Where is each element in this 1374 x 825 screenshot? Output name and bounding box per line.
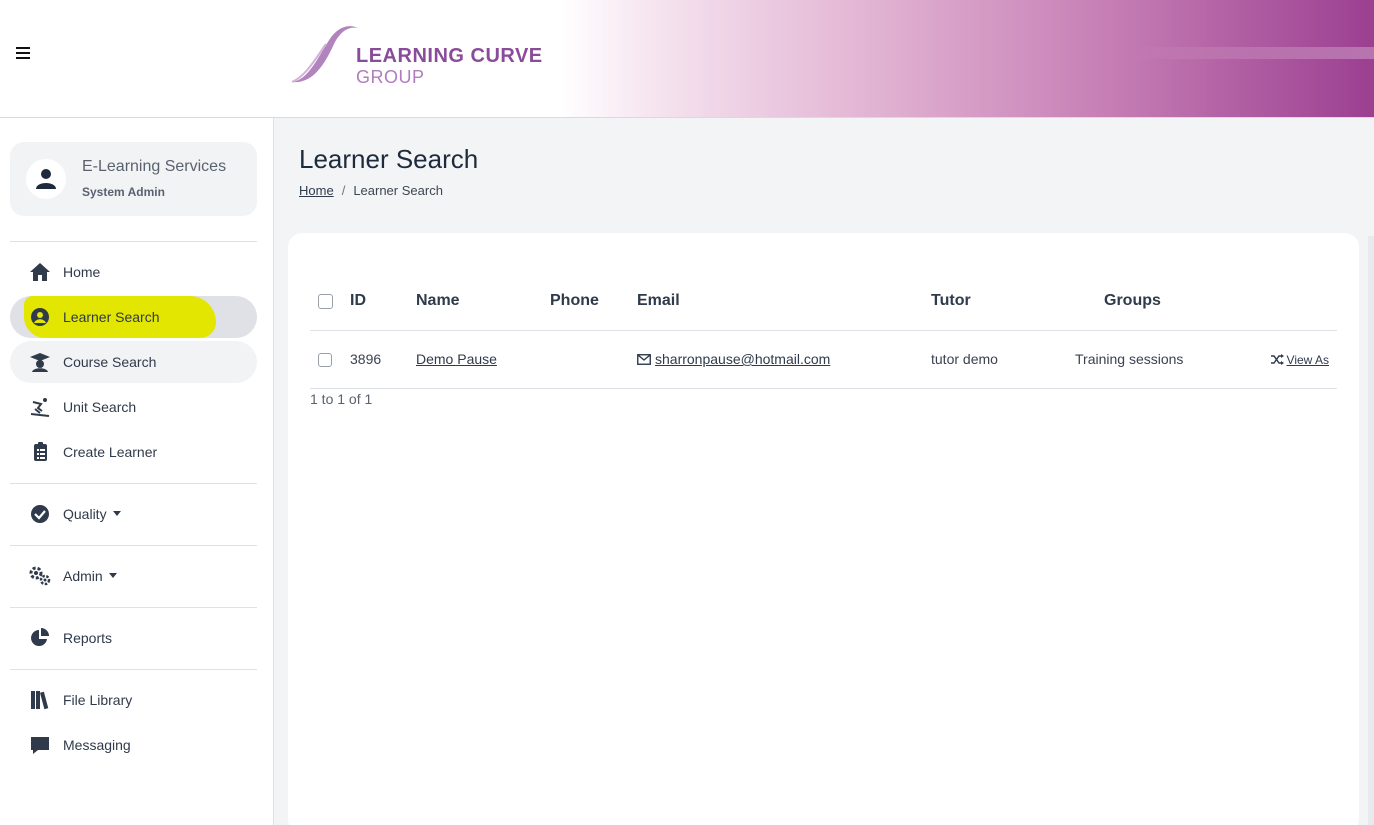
sidebar-item-home[interactable]: Home bbox=[10, 251, 257, 293]
column-header-groups[interactable]: Groups bbox=[1075, 273, 1253, 331]
view-as-link[interactable]: View As bbox=[1287, 353, 1329, 367]
sidebar-divider bbox=[10, 241, 257, 242]
breadcrumb-home-link[interactable]: Home bbox=[299, 183, 334, 198]
row-select-cell bbox=[310, 330, 350, 389]
chevron-down-icon bbox=[108, 572, 117, 578]
learner-name-link[interactable]: Demo Pause bbox=[416, 351, 497, 367]
select-all-checkbox[interactable] bbox=[318, 293, 333, 309]
sidebar-item-label: Reports bbox=[63, 630, 113, 646]
check-circle-icon bbox=[31, 505, 49, 523]
sidebar-item-reports[interactable]: Reports bbox=[10, 617, 257, 659]
sidebar-item-label: Quality bbox=[63, 506, 121, 522]
cogs-icon bbox=[29, 566, 51, 586]
table-row: 3896 Demo Pause sharronpause@hotmail.com… bbox=[310, 330, 1337, 389]
books-icon bbox=[31, 691, 49, 710]
cell-tutor: tutor demo bbox=[931, 330, 1075, 389]
sidebar-item-admin[interactable]: Admin bbox=[10, 555, 257, 597]
home-icon bbox=[30, 263, 50, 281]
menu-toggle-icon[interactable] bbox=[14, 44, 32, 64]
envelope-icon bbox=[637, 354, 651, 365]
row-checkbox[interactable] bbox=[318, 353, 332, 368]
sidebar-item-label: Create Learner bbox=[63, 444, 158, 460]
cell-groups: Training sessions bbox=[1075, 330, 1253, 389]
user-name: E-Learning Services bbox=[82, 158, 227, 175]
pie-chart-icon bbox=[31, 628, 49, 646]
comment-icon bbox=[31, 737, 49, 754]
sidebar-item-label: Home bbox=[63, 264, 101, 280]
cell-email: sharronpause@hotmail.com bbox=[637, 330, 931, 389]
select-all-cell bbox=[310, 273, 350, 331]
cell-actions: View As bbox=[1253, 330, 1337, 389]
page-title: Learner Search bbox=[299, 144, 479, 174]
sidebar-item-label: File Library bbox=[63, 692, 133, 708]
sidebar-item-learner-search-content[interactable]: Learner Search bbox=[10, 296, 257, 338]
sidebar-item-label: Admin bbox=[63, 568, 117, 584]
cell-phone bbox=[550, 330, 637, 389]
user-role: System Admin bbox=[82, 185, 165, 199]
sidebar-item-create-learner[interactable]: Create Learner bbox=[10, 431, 257, 473]
logo-swoosh-icon bbox=[291, 26, 358, 83]
sidebar-item-label: Messaging bbox=[63, 737, 131, 753]
sidebar-item-label: Course Search bbox=[63, 354, 157, 370]
column-header-actions bbox=[1253, 273, 1337, 331]
table-header-row: ID Name Phone Email Tutor Groups bbox=[310, 273, 1337, 331]
user-card[interactable]: E-Learning Services System Admin bbox=[10, 142, 257, 216]
results-card: ID Name Phone Email Tutor Groups 3896 De… bbox=[288, 233, 1359, 825]
column-header-name[interactable]: Name bbox=[416, 273, 550, 331]
column-header-phone[interactable]: Phone bbox=[550, 273, 637, 331]
app-header: LEARNING CURVE GROUP bbox=[0, 0, 1374, 118]
logo-text-primary: LEARNING CURVE bbox=[356, 45, 543, 67]
pagination-info: 1 to 1 of 1 bbox=[310, 391, 373, 407]
skiing-icon bbox=[30, 398, 50, 417]
brand-logo[interactable]: LEARNING CURVE GROUP bbox=[290, 22, 550, 88]
shuffle-icon bbox=[1270, 354, 1284, 365]
avatar bbox=[26, 159, 66, 199]
breadcrumb: Home / Learner Search bbox=[299, 183, 443, 198]
breadcrumb-current: Learner Search bbox=[353, 183, 443, 198]
card-edge bbox=[1368, 236, 1374, 825]
sidebar-item-course-search[interactable]: Course Search bbox=[10, 341, 257, 383]
graduation-cap-icon bbox=[30, 353, 50, 372]
clipboard-list-icon bbox=[34, 442, 47, 461]
email-link[interactable]: sharronpause@hotmail.com bbox=[655, 351, 830, 367]
column-header-email[interactable]: Email bbox=[637, 273, 931, 331]
header-streak bbox=[1130, 47, 1374, 59]
sidebar-item-label: Unit Search bbox=[63, 399, 137, 415]
breadcrumb-separator: / bbox=[341, 183, 346, 198]
column-header-id[interactable]: ID bbox=[350, 273, 416, 331]
chevron-down-icon bbox=[112, 510, 121, 516]
cell-id: 3896 bbox=[350, 330, 416, 389]
user-icon bbox=[36, 169, 56, 189]
logo-text-secondary: GROUP bbox=[356, 67, 425, 87]
learner-table: ID Name Phone Email Tutor Groups 3896 De… bbox=[310, 273, 1337, 389]
sidebar-item-label: Learner Search bbox=[63, 309, 160, 325]
sidebar-item-quality[interactable]: Quality bbox=[10, 493, 257, 535]
sidebar-item-file-library[interactable]: File Library bbox=[10, 679, 257, 721]
main-content: Learner Search Home / Learner Search ID Na… bbox=[274, 118, 1374, 825]
cell-name: Demo Pause bbox=[416, 330, 550, 389]
sidebar-item-unit-search[interactable]: Unit Search bbox=[10, 386, 257, 428]
user-circle-icon bbox=[31, 308, 49, 326]
column-header-tutor[interactable]: Tutor bbox=[931, 273, 1075, 331]
sidebar-item-messaging[interactable]: Messaging bbox=[10, 724, 257, 766]
